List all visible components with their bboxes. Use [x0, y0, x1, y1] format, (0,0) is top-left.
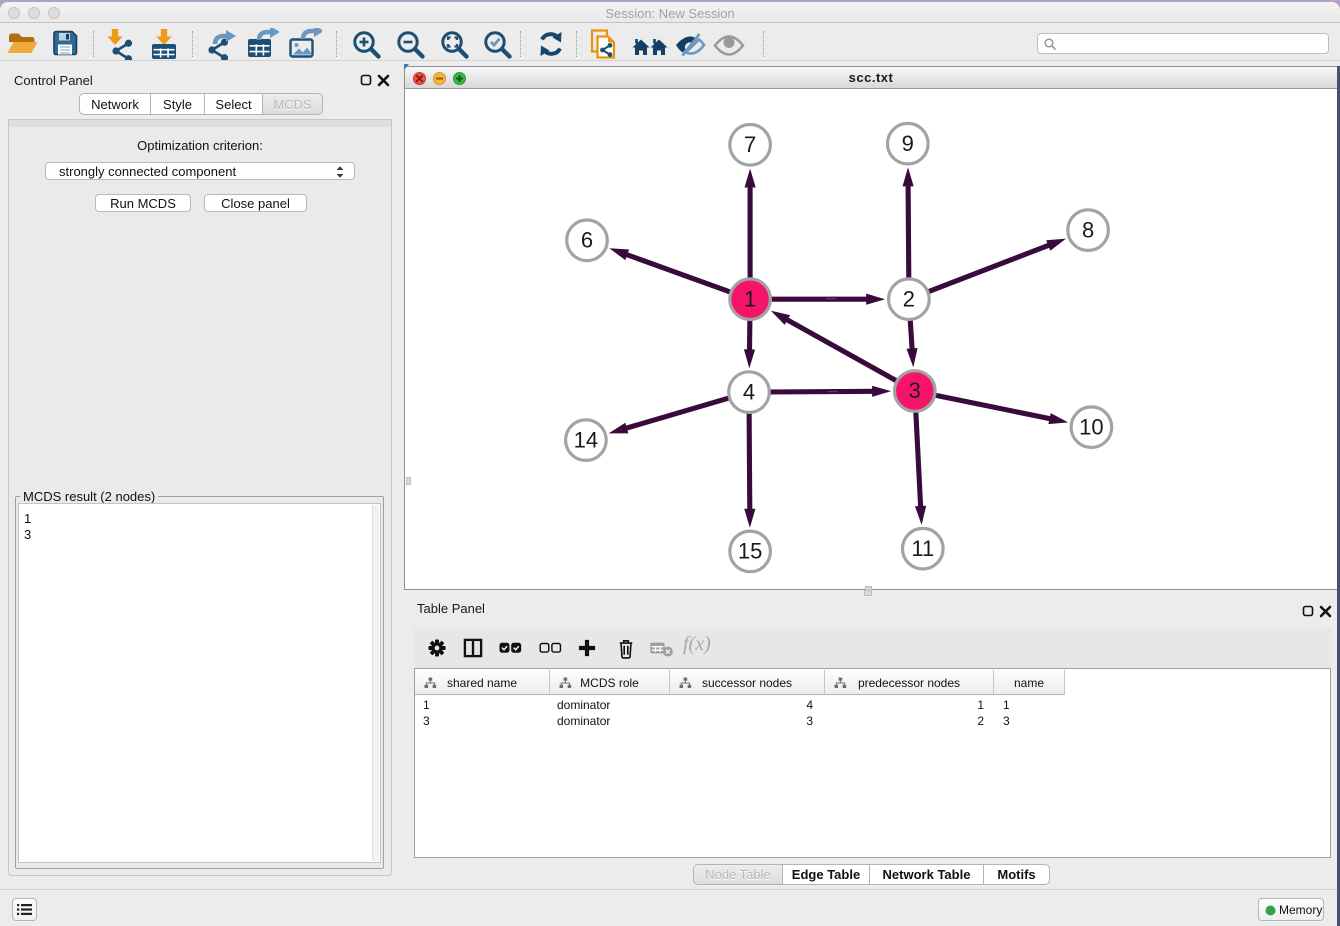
svg-text:6: 6 — [581, 228, 593, 253]
svg-text:2: 2 — [903, 286, 915, 311]
svg-text:3: 3 — [909, 378, 921, 403]
svg-text:15: 15 — [738, 539, 762, 564]
svg-text:4: 4 — [743, 379, 755, 404]
svg-text:1: 1 — [744, 286, 756, 311]
svg-text:7: 7 — [744, 132, 756, 157]
svg-text:14: 14 — [574, 427, 598, 452]
svg-text:10: 10 — [1079, 414, 1103, 439]
svg-text:8: 8 — [1082, 217, 1094, 242]
svg-text:11: 11 — [911, 536, 934, 561]
svg-text:9: 9 — [902, 131, 914, 156]
